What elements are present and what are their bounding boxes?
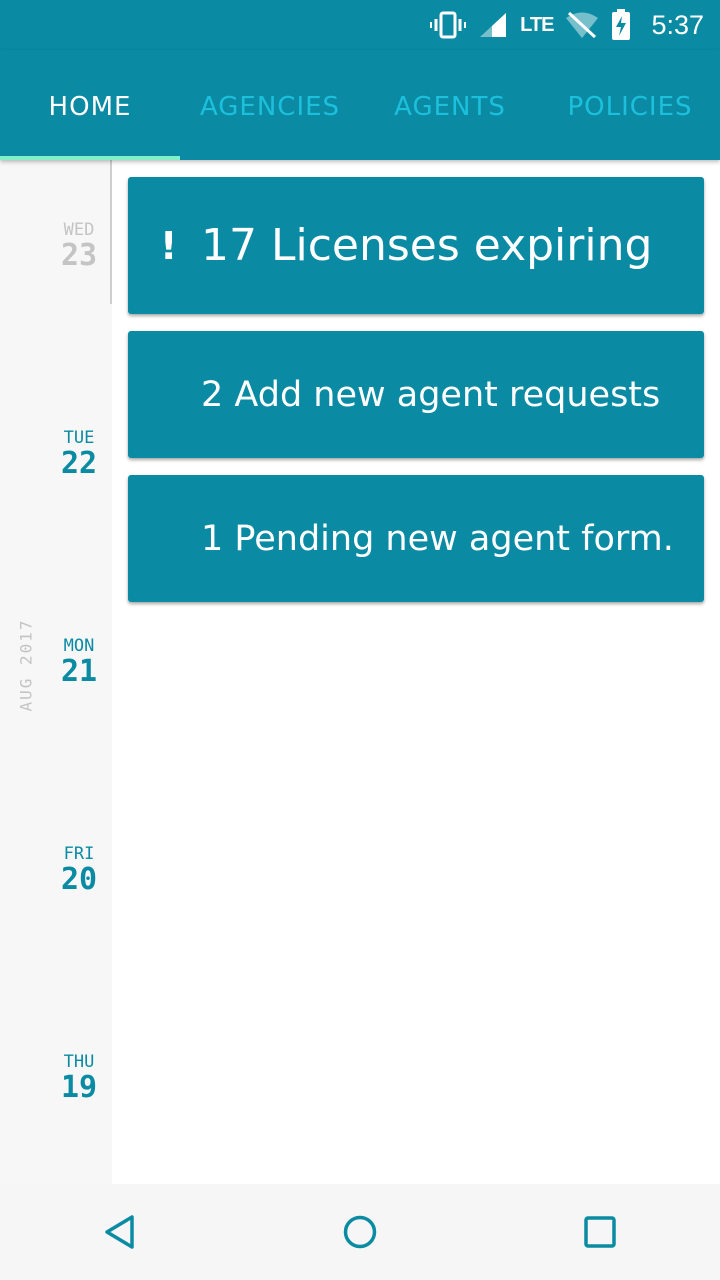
- agent-requests-card[interactable]: 2 Add new agent requests: [128, 331, 704, 458]
- tab-home-label: HOME: [48, 92, 132, 122]
- signal-icon: [478, 11, 508, 39]
- status-icons: LTE 5:37: [430, 6, 704, 44]
- day-of-week: WED: [63, 220, 95, 240]
- day-of-month: 23: [60, 238, 98, 273]
- day-thu-19: THU 19: [40, 1052, 118, 1104]
- card-text: 2 Add new agent requests: [201, 374, 661, 415]
- day-of-week: MON: [63, 636, 95, 656]
- tab-indicator: [0, 156, 180, 160]
- card-text: 1 Pending new agent form.: [201, 518, 674, 559]
- back-icon: [105, 1215, 134, 1249]
- pending-agent-form-card[interactable]: 1 Pending new agent form.: [128, 475, 704, 602]
- home-button[interactable]: [320, 1192, 400, 1272]
- wifi-off-icon: [565, 11, 599, 39]
- day-of-month: 19: [60, 1070, 98, 1105]
- day-of-week: TUE: [63, 428, 95, 448]
- home-circle-icon: [343, 1215, 377, 1249]
- month-label: AUG 2017: [16, 618, 36, 712]
- licenses-expiring-card[interactable]: ! 17 Licenses expiring: [128, 177, 704, 314]
- tab-agents-label: AGENTS: [394, 92, 506, 122]
- tab-agencies-label: AGENCIES: [199, 92, 341, 122]
- day-of-month: 22: [60, 446, 98, 481]
- back-button[interactable]: [80, 1192, 160, 1272]
- clock: 5:37: [651, 9, 704, 40]
- tab-home[interactable]: HOME: [0, 50, 180, 160]
- tab-policies[interactable]: POLICIES: [540, 50, 720, 160]
- day-of-month: 21: [60, 654, 98, 689]
- day-of-week: FRI: [63, 844, 95, 864]
- day-of-week: THU: [63, 1052, 95, 1072]
- day-tue-22: TUE 22: [40, 428, 118, 480]
- tab-bar: HOME AGENCIES AGENTS POLICIES: [0, 50, 720, 160]
- card-text: 17 Licenses expiring: [201, 220, 653, 271]
- battery-charging-icon: [611, 9, 631, 41]
- day-of-month: 20: [60, 862, 98, 897]
- network-type-label: LTE: [520, 13, 554, 36]
- day-fri-20: FRI 20: [40, 844, 118, 896]
- alert-icon: !: [160, 223, 178, 268]
- tab-agents[interactable]: AGENTS: [360, 50, 540, 160]
- status-bar: LTE 5:37: [0, 0, 720, 50]
- recents-square-icon: [584, 1216, 616, 1248]
- vibrate-icon: [430, 11, 467, 39]
- system-nav-bar: [0, 1184, 720, 1280]
- day-mon-21: MON 21: [40, 636, 118, 688]
- day-wed-23: WED 23: [40, 220, 118, 272]
- tab-agencies[interactable]: AGENCIES: [180, 50, 360, 160]
- tab-policies-label: POLICIES: [567, 92, 693, 122]
- recents-button[interactable]: [560, 1192, 640, 1272]
